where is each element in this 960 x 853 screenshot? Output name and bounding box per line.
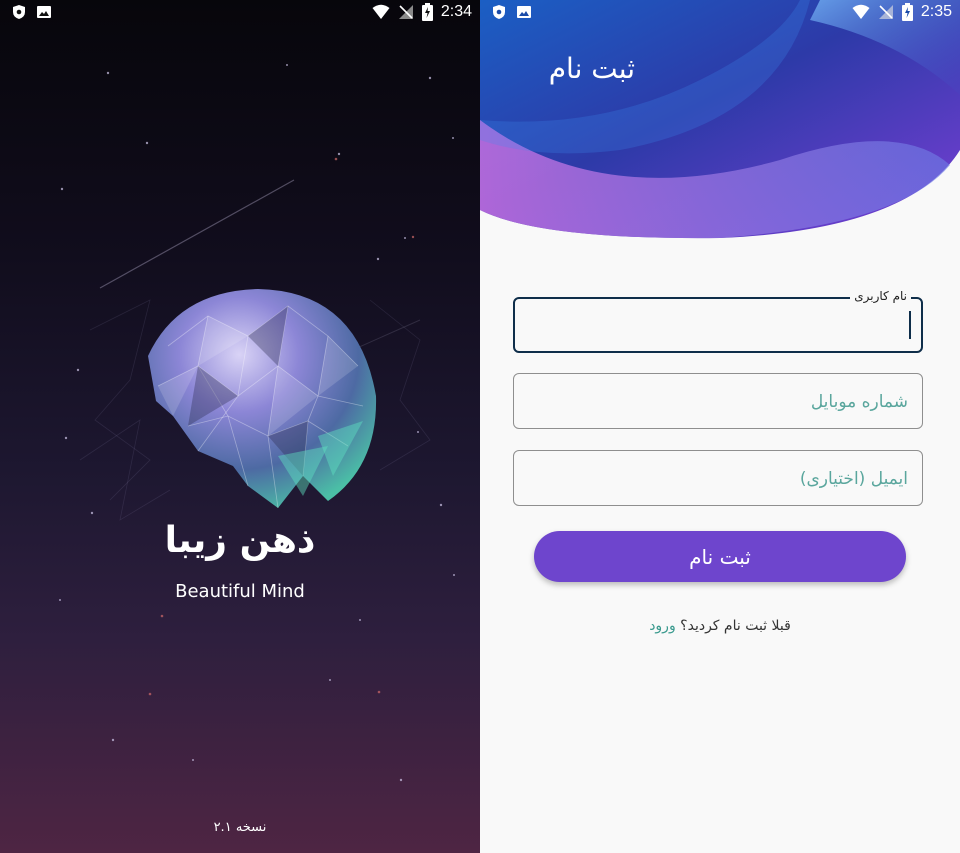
- text-caret: [909, 311, 911, 339]
- globe-logo: [148, 289, 377, 509]
- username-field[interactable]: نام کاربری: [513, 289, 923, 353]
- register-button[interactable]: ثبت نام: [534, 531, 906, 582]
- wifi-icon: [852, 4, 870, 19]
- email-input[interactable]: [526, 451, 910, 507]
- no-signal-icon: [878, 5, 893, 19]
- status-bar: 2:35: [480, 0, 960, 27]
- wifi-icon: [372, 4, 390, 19]
- battery-charging-icon: [901, 3, 913, 21]
- app-title: ذهن زیبا: [164, 520, 316, 561]
- battery-charging-icon: [421, 3, 433, 21]
- no-signal-icon: [398, 5, 413, 19]
- login-link[interactable]: ورود: [649, 618, 676, 634]
- shield-icon: [13, 5, 25, 19]
- status-time: 2:34: [440, 3, 472, 20]
- mobile-field[interactable]: [513, 373, 923, 430]
- status-bar: 2:34: [0, 0, 480, 27]
- login-prompt-row: قبلا ثبت نام کردید؟ ورود: [480, 618, 960, 634]
- email-field[interactable]: [513, 450, 923, 507]
- login-question: قبلا ثبت نام کردید؟: [680, 618, 791, 634]
- username-label: نام کاربری: [850, 289, 911, 303]
- register-screen: 2:35 ثبت نام نام کاربری ثبت نام قبلا ثبت…: [480, 0, 960, 853]
- header-wave-background: [480, 0, 960, 239]
- image-icon: [517, 6, 531, 18]
- splash-screen: 2:34 ذهن زیبا Beautiful Mind نسخه ۲.۱: [0, 0, 480, 853]
- page-title: ثبت نام: [548, 52, 635, 85]
- mobile-input[interactable]: [526, 374, 910, 430]
- app-subtitle: Beautiful Mind: [175, 581, 305, 602]
- shield-icon: [493, 5, 505, 19]
- version-label: نسخه ۲.۱: [213, 820, 267, 835]
- image-icon: [37, 6, 51, 18]
- status-time: 2:35: [920, 3, 952, 20]
